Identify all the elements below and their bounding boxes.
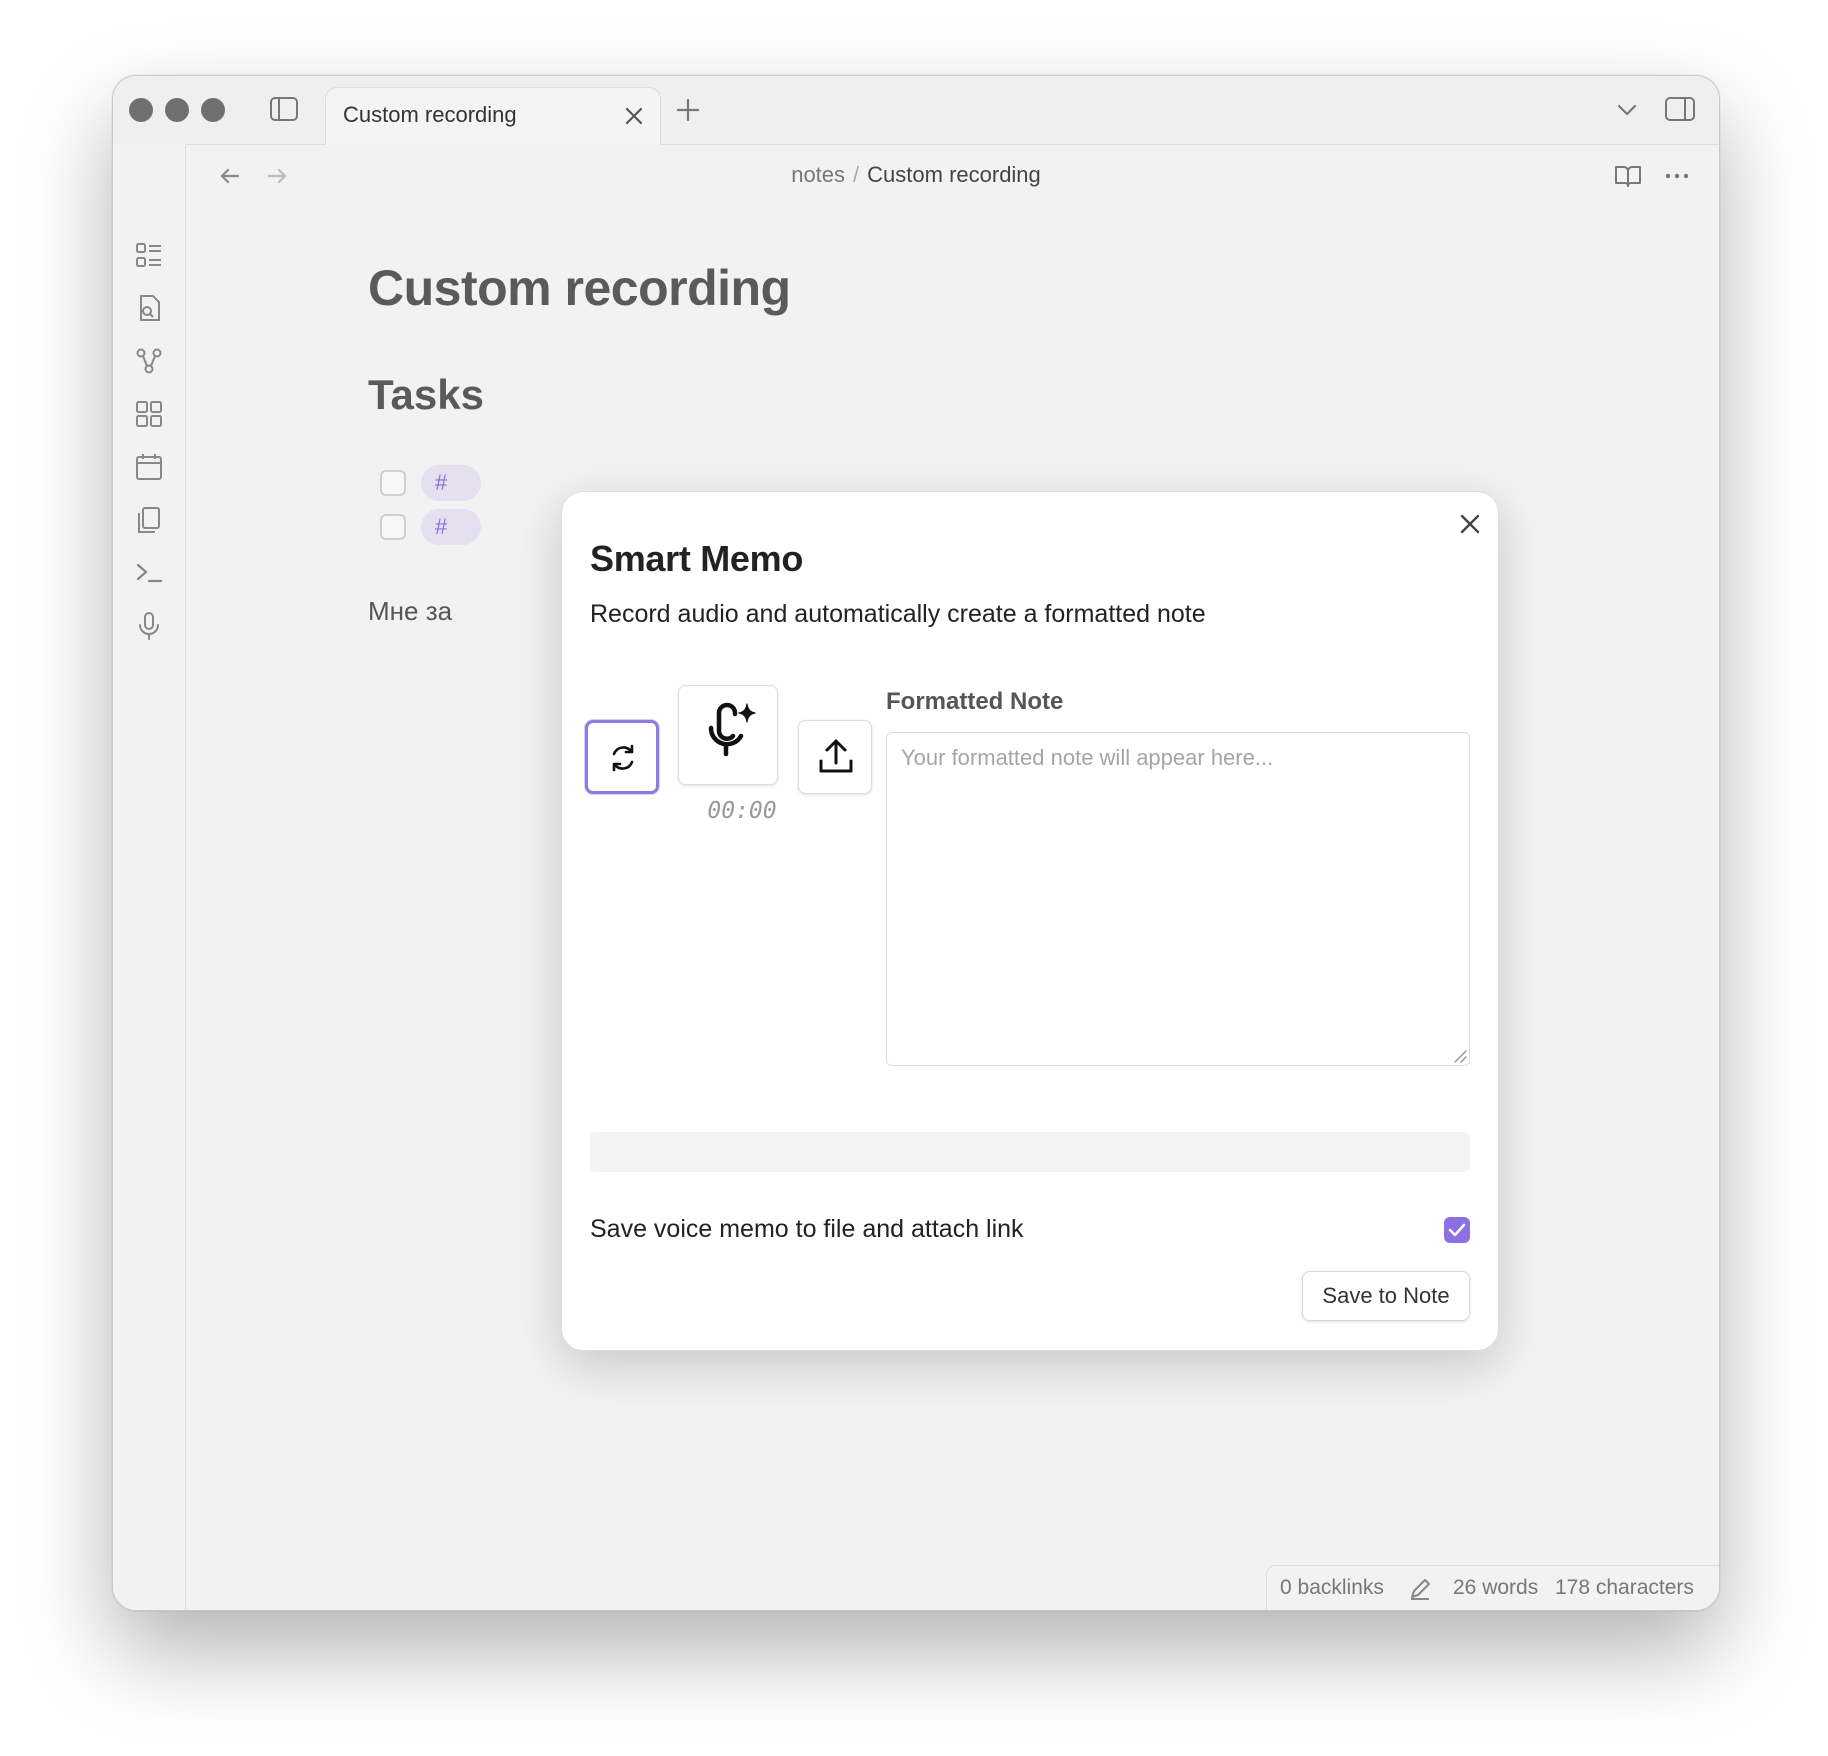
processing-progress-bar bbox=[590, 1132, 1470, 1172]
breadcrumb: notes / Custom recording bbox=[113, 162, 1719, 188]
task-checkbox[interactable] bbox=[380, 470, 406, 496]
file-list-icon[interactable] bbox=[133, 239, 165, 271]
upload-icon bbox=[817, 737, 855, 777]
copy-icon[interactable] bbox=[133, 504, 165, 536]
breadcrumb-separator: / bbox=[853, 162, 860, 187]
status-bar: 0 backlinks 26 words 178 characters bbox=[1266, 1565, 1719, 1610]
save-voice-memo-checkbox[interactable] bbox=[1444, 1217, 1470, 1243]
file-search-icon[interactable] bbox=[133, 292, 165, 324]
more-options-icon[interactable] bbox=[1662, 161, 1692, 191]
save-to-note-button[interactable]: Save to Note bbox=[1302, 1271, 1470, 1321]
refresh-icon bbox=[606, 741, 640, 775]
title-bar: Custom recording bbox=[113, 76, 1719, 145]
task-tag[interactable]: # bbox=[421, 465, 481, 501]
recording-timer: 00:00 bbox=[707, 798, 777, 824]
document-title[interactable]: Custom recording bbox=[368, 259, 791, 317]
tab-label: Custom recording bbox=[343, 102, 517, 127]
modal-title: Smart Memo bbox=[590, 538, 804, 579]
graph-icon[interactable] bbox=[133, 345, 165, 377]
zoom-window-button[interactable] bbox=[201, 98, 225, 122]
breadcrumb-current[interactable]: Custom recording bbox=[867, 162, 1041, 187]
calendar-icon[interactable] bbox=[133, 451, 165, 483]
formatted-note-textarea[interactable] bbox=[886, 732, 1470, 1066]
modal-subtitle: Record audio and automatically create a … bbox=[590, 600, 1206, 628]
reset-recording-button[interactable] bbox=[585, 720, 659, 794]
task-checkbox[interactable] bbox=[380, 514, 406, 540]
minimize-window-button[interactable] bbox=[165, 98, 189, 122]
blocks-icon[interactable] bbox=[133, 398, 165, 430]
app-window: Custom recording notes / Custom recordin… bbox=[112, 75, 1720, 1611]
checkmark-icon bbox=[1448, 1222, 1466, 1238]
task-tag[interactable]: # bbox=[421, 509, 481, 545]
close-tab-icon[interactable] bbox=[622, 104, 646, 128]
smart-memo-modal: Smart Memo Record audio and automaticall… bbox=[561, 491, 1499, 1351]
edit-pencil-icon[interactable] bbox=[1407, 1576, 1433, 1602]
character-count: 178 characters bbox=[1555, 1576, 1694, 1599]
breadcrumb-folder[interactable]: notes bbox=[791, 162, 845, 187]
terminal-icon[interactable] bbox=[133, 557, 165, 589]
mic-sparkle-icon bbox=[701, 702, 759, 768]
reading-view-book-icon[interactable] bbox=[1613, 161, 1643, 191]
tasks-heading[interactable]: Tasks bbox=[368, 371, 484, 419]
word-count: 26 words bbox=[1453, 1576, 1539, 1599]
document-paragraph[interactable]: Мне за bbox=[368, 596, 452, 627]
backlinks-count[interactable]: 0 backlinks bbox=[1280, 1576, 1384, 1600]
close-window-button[interactable] bbox=[129, 98, 153, 122]
right-sidebar-toggle-icon[interactable] bbox=[1663, 93, 1697, 125]
formatted-note-label: Formatted Note bbox=[886, 688, 1064, 715]
tab-custom-recording[interactable]: Custom recording bbox=[325, 87, 661, 145]
tab-list-chevron-down-icon[interactable] bbox=[1613, 96, 1641, 124]
new-tab-icon[interactable] bbox=[674, 96, 702, 124]
left-ribbon bbox=[113, 144, 186, 1610]
record-button[interactable] bbox=[678, 685, 778, 785]
close-modal-icon[interactable] bbox=[1457, 511, 1483, 537]
save-voice-memo-label: Save voice memo to file and attach link bbox=[590, 1215, 1024, 1243]
upload-audio-button[interactable] bbox=[798, 720, 872, 794]
microphone-icon[interactable] bbox=[133, 610, 165, 642]
sidebar-toggle-icon[interactable] bbox=[268, 93, 300, 125]
resize-handle-icon[interactable] bbox=[1452, 1048, 1468, 1064]
